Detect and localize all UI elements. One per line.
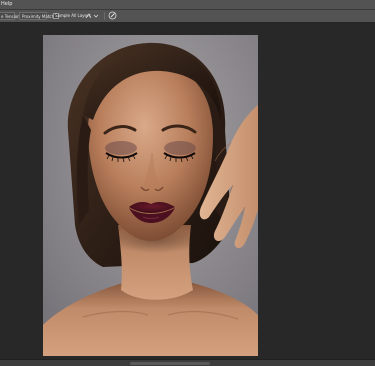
menu-help[interactable]: Help [1,0,12,9]
portrait-photo[interactable] [43,35,258,356]
document-canvas-area[interactable] [0,23,375,359]
horizontal-scrollbar[interactable] [130,362,210,365]
brush-settings-icon[interactable] [108,11,117,20]
pressure-icon[interactable] [85,12,99,20]
options-separator [104,12,105,20]
photoshop-window: Help e Tension Proximity Match Sample Al… [0,0,375,366]
options-bar: e Tension Proximity Match Sample All Lay… [0,10,375,23]
status-bar [0,359,375,366]
content-aware-tension-button[interactable]: e Tension [0,12,20,20]
proximity-match-button[interactable]: Proximity Match [19,12,54,20]
menu-bar: Help [0,0,375,10]
